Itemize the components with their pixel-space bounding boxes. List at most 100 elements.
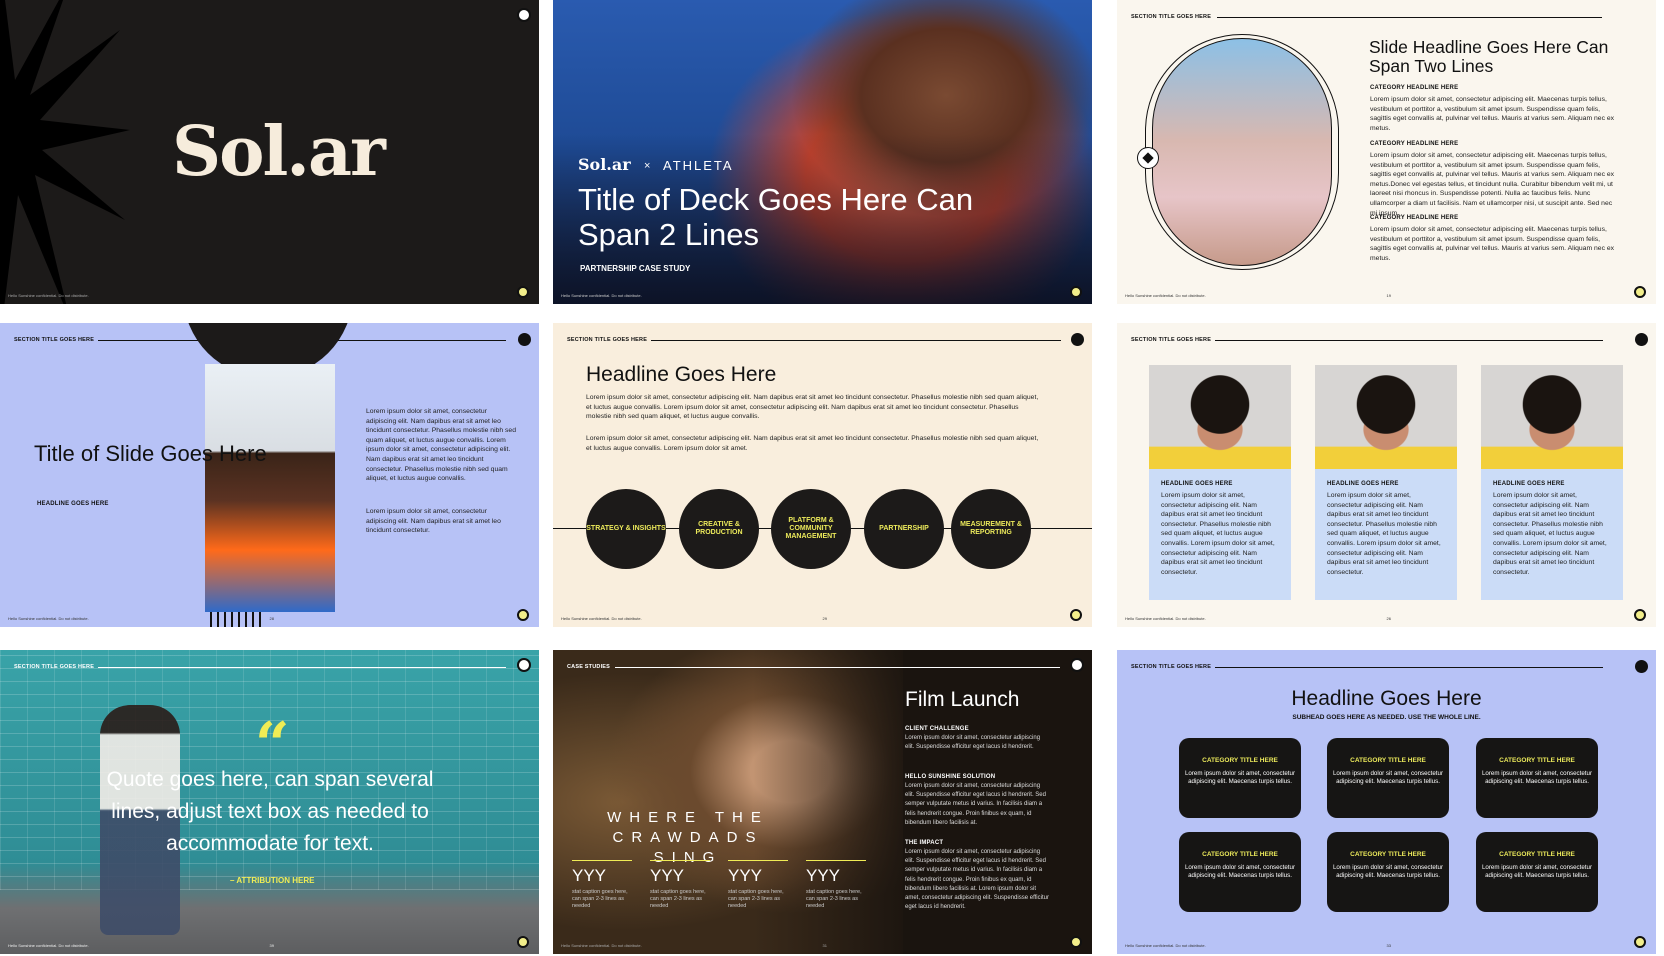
corner-dot bbox=[518, 333, 531, 346]
stat-value: YYY bbox=[650, 860, 710, 886]
profile-card: HEADLINE GOES HERE Lorem ipsum dolor sit… bbox=[1149, 365, 1291, 600]
card-headline: HEADLINE GOES HERE bbox=[1161, 481, 1233, 487]
cross-symbol: × bbox=[644, 160, 651, 172]
slide-headline: Slide Headline Goes Here Can Span Two Li… bbox=[1369, 37, 1609, 76]
page-number: 39 bbox=[269, 943, 274, 948]
page-number: 26 bbox=[1386, 616, 1391, 621]
corner-dot bbox=[1071, 333, 1084, 346]
category-block: CATEGORY HEADLINE HERE Lorem ipsum dolor… bbox=[1370, 215, 1620, 263]
category-block: CATEGORY HEADLINE HERE Lorem ipsum dolor… bbox=[1370, 85, 1620, 133]
category-tile: CATEGORY TITLE HERE Lorem ipsum dolor si… bbox=[1476, 738, 1598, 818]
slide-quote[interactable]: SECTION TITLE GOES HERE “ Quote goes her… bbox=[0, 650, 539, 954]
page-number: 28 bbox=[269, 616, 274, 621]
page-number: 19 bbox=[1386, 293, 1391, 298]
slide-case-study[interactable]: CASE STUDIES Film Launch CLIENT CHALLENG… bbox=[553, 650, 1092, 954]
slide-footer: Hello Sunshine confidential. Do not dist… bbox=[561, 293, 642, 298]
stat-value: YYY bbox=[728, 860, 788, 886]
slide-process[interactable]: SECTION TITLE GOES HERE Headline Goes He… bbox=[553, 323, 1092, 627]
stat-item: YYY stat caption goes here, can span 2-3… bbox=[806, 860, 866, 910]
case-text: Lorem ipsum dolor sit amet, consectetur … bbox=[905, 849, 1049, 911]
category-tile: CATEGORY TITLE HERE Lorem ipsum dolor si… bbox=[1327, 832, 1449, 912]
slide-arch-photo[interactable]: SECTION TITLE GOES HERE Slide Headline G… bbox=[1117, 0, 1656, 304]
corner-dot bbox=[517, 8, 531, 22]
body-text: Lorem ipsum dolor sit amet, consectetur … bbox=[366, 408, 516, 483]
page-number: 29 bbox=[822, 616, 827, 621]
stat-item: YYY stat caption goes here, can span 2-3… bbox=[728, 860, 788, 910]
stat-value: YYY bbox=[572, 860, 632, 886]
bar-ornament bbox=[210, 612, 261, 627]
corner-dot bbox=[1635, 333, 1648, 346]
section-title: SECTION TITLE GOES HERE bbox=[1131, 14, 1212, 20]
slide-category-grid[interactable]: SECTION TITLE GOES HERE Headline Goes He… bbox=[1117, 650, 1656, 954]
stat-caption: stat caption goes here, can span 2-3 lin… bbox=[728, 889, 784, 909]
tile-text: Lorem ipsum dolor sit amet, consectetur … bbox=[1481, 770, 1593, 785]
stat-caption: stat caption goes here, can span 2-3 lin… bbox=[650, 889, 706, 909]
page-dot bbox=[1634, 609, 1646, 621]
case-text: Lorem ipsum dolor sit amet, consectetur … bbox=[905, 735, 1041, 751]
quote-text: Quote goes here, can span several lines,… bbox=[106, 768, 434, 855]
category-text: Lorem ipsum dolor sit amet, consectetur … bbox=[1370, 96, 1615, 132]
slide-title-deck[interactable]: Sol.ar × ATHLETA Title of Deck Goes Here… bbox=[553, 0, 1092, 304]
category-text: Lorem ipsum dolor sit amet, consectetur … bbox=[1370, 226, 1615, 262]
section-rule bbox=[1215, 667, 1603, 668]
section-title: CASE STUDIES bbox=[567, 664, 611, 670]
slide-footer: Hello Sunshine confidential. Do not dist… bbox=[8, 293, 89, 298]
tile-title: CATEGORY TITLE HERE bbox=[1202, 757, 1278, 764]
slide-footer: Hello Sunshine confidential. Do not dist… bbox=[561, 943, 642, 948]
case-block: CLIENT CHALLENGE Lorem ipsum dolor sit a… bbox=[905, 726, 1050, 752]
process-step: STRATEGY & INSIGHTS bbox=[586, 489, 666, 569]
card-photo bbox=[1149, 365, 1291, 469]
card-text: Lorem ipsum dolor sit amet, consectetur … bbox=[1161, 492, 1275, 576]
tile-text: Lorem ipsum dolor sit amet, consectetur … bbox=[1332, 864, 1444, 879]
deck-title: Title of Deck Goes Here Can Span 2 Lines bbox=[578, 182, 974, 252]
body-text: Lorem ipsum dolor sit amet, consectetur … bbox=[586, 435, 1039, 452]
deck-kicker: PARTNERSHIP CASE STUDY bbox=[580, 264, 691, 273]
stat-item: YYY stat caption goes here, can span 2-3… bbox=[650, 860, 710, 910]
tile-title: CATEGORY TITLE HERE bbox=[1499, 851, 1575, 858]
page-number: 31 bbox=[822, 943, 827, 948]
case-title: Film Launch bbox=[905, 688, 1020, 711]
slide-grid: Sol.ar Hello Sunshine confidential. Do n… bbox=[0, 0, 1664, 956]
page-number: 33 bbox=[1386, 943, 1391, 948]
case-heading: HELLO SUNSHINE SOLUTION bbox=[905, 774, 996, 780]
portrait-photo bbox=[205, 364, 335, 612]
slide-footer: Hello Sunshine confidential. Do not dist… bbox=[8, 943, 89, 948]
category-block: CATEGORY HEADLINE HERE Lorem ipsum dolor… bbox=[1370, 141, 1620, 218]
slide-cover-logo[interactable]: Sol.ar Hello Sunshine confidential. Do n… bbox=[0, 0, 539, 304]
movie-title-line: WHERE THE bbox=[607, 809, 769, 826]
tile-title: CATEGORY TITLE HERE bbox=[1202, 851, 1278, 858]
starburst-shape bbox=[0, 0, 130, 304]
profile-card: HEADLINE GOES HERE Lorem ipsum dolor sit… bbox=[1481, 365, 1623, 600]
page-dot bbox=[517, 936, 529, 948]
profile-card: HEADLINE GOES HERE Lorem ipsum dolor sit… bbox=[1315, 365, 1457, 600]
slide-headline: Headline Goes Here bbox=[1291, 687, 1482, 710]
slide-footer: Hello Sunshine confidential. Do not dist… bbox=[1125, 943, 1206, 948]
process-step: CREATIVE & PRODUCTION bbox=[679, 489, 759, 569]
page-dot bbox=[1070, 609, 1082, 621]
slide-headline: Headline Goes Here bbox=[586, 363, 777, 386]
body-text: Lorem ipsum dolor sit amet, consectetur … bbox=[586, 394, 1039, 421]
section-rule bbox=[651, 340, 1061, 341]
corner-dot bbox=[1070, 658, 1084, 672]
section-rule bbox=[615, 667, 1060, 668]
tile-title: CATEGORY TITLE HERE bbox=[1350, 757, 1426, 764]
card-headline: HEADLINE GOES HERE bbox=[1327, 481, 1399, 487]
diamond-icon bbox=[1137, 147, 1159, 169]
tile-text: Lorem ipsum dolor sit amet, consectetur … bbox=[1184, 864, 1296, 879]
process-step: PLATFORM & COMMUNITY MANAGEMENT bbox=[771, 489, 851, 569]
page-dot bbox=[1070, 936, 1082, 948]
slide-title-portrait[interactable]: SECTION TITLE GOES HERE Title of Slide G… bbox=[0, 323, 539, 627]
stat-item: YYY stat caption goes here, can span 2-3… bbox=[572, 860, 632, 910]
tile-text: Lorem ipsum dolor sit amet, consectetur … bbox=[1184, 770, 1296, 785]
tile-title: CATEGORY TITLE HERE bbox=[1499, 757, 1575, 764]
section-rule bbox=[98, 667, 506, 668]
page-dot bbox=[1634, 936, 1646, 948]
slide-three-cards[interactable]: SECTION TITLE GOES HERE HEADLINE GOES HE… bbox=[1117, 323, 1656, 627]
stat-caption: stat caption goes here, can span 2-3 lin… bbox=[806, 889, 862, 909]
brand-logo: Sol.ar bbox=[172, 112, 386, 192]
card-photo bbox=[1315, 365, 1457, 469]
stat-caption: stat caption goes here, can span 2-3 lin… bbox=[572, 889, 628, 909]
tile-text: Lorem ipsum dolor sit amet, consectetur … bbox=[1332, 770, 1444, 785]
page-dot bbox=[1634, 286, 1646, 298]
page-dot bbox=[517, 286, 529, 298]
